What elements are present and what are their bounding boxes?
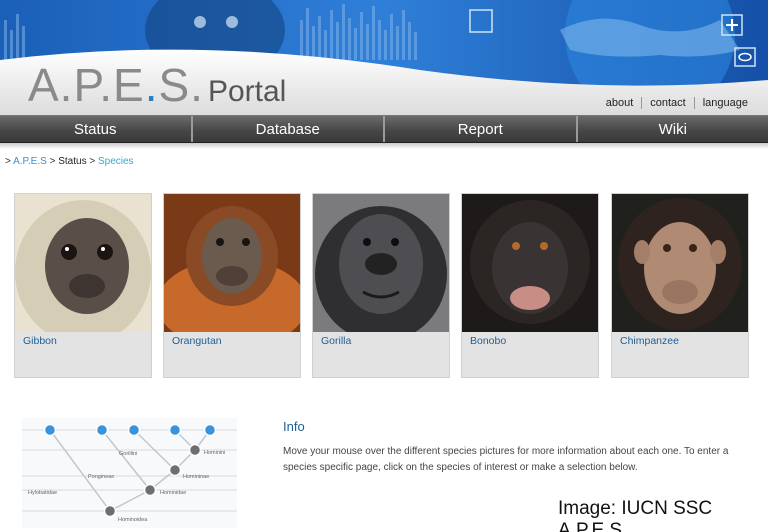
breadcrumb-status[interactable]: Status — [58, 156, 86, 167]
bonobo-photo[interactable] — [462, 194, 598, 332]
nav-status[interactable]: Status — [0, 116, 193, 142]
info-title: Info — [283, 419, 305, 434]
main-nav: Status Database Report Wiki — [0, 115, 768, 143]
breadcrumb-sep: > — [5, 156, 11, 167]
about-link[interactable]: about — [598, 97, 642, 109]
phylogenetic-tree: Gorillini Hominini Pongineae Homininae H… — [22, 418, 237, 528]
nav-database[interactable]: Database — [192, 116, 385, 142]
orangutan-photo[interactable] — [164, 194, 300, 332]
species-card-gibbon[interactable]: Gibbon — [14, 193, 152, 378]
logo-dot: . — [144, 59, 159, 111]
gibbon-photo[interactable] — [15, 194, 151, 332]
species-label-bonobo[interactable]: Bonobo — [470, 335, 506, 347]
breadcrumb: > A.P.E.S > Status > Species — [5, 156, 134, 167]
info-text: Move your mouse over the different speci… — [283, 446, 729, 473]
tree-label-gorillini: Gorillini — [119, 451, 137, 457]
species-label-gibbon[interactable]: Gibbon — [23, 335, 57, 347]
nav-shadow — [0, 143, 768, 149]
tree-label-hylobatidae: Hylobatidae — [28, 490, 57, 496]
species-card-orangutan[interactable]: Orangutan — [163, 193, 301, 378]
breadcrumb-sep: > — [49, 156, 56, 167]
breadcrumb-current: Species — [97, 156, 134, 167]
tree-label-pongineae: Pongineae — [88, 474, 114, 480]
species-card-gorilla[interactable]: Gorilla — [312, 193, 450, 378]
image-credit: Image: IUCN SSC A.P.E.S — [558, 498, 713, 532]
nav-wiki[interactable]: Wiki — [577, 116, 768, 142]
logo-portal: Portal — [207, 75, 287, 108]
species-card-chimpanzee[interactable]: Chimpanzee — [611, 193, 749, 378]
chimpanzee-photo[interactable] — [612, 194, 748, 332]
tree-label-homininae: Homininae — [183, 474, 209, 480]
tree-label-hominini: Hominini — [204, 450, 225, 456]
tree-label-hominoidea: Hominoidea — [118, 517, 148, 523]
language-link[interactable]: language — [693, 97, 756, 109]
header-banner: A.P.E.S. Portal about contact language — [0, 0, 768, 115]
tree-label-hominidae: Hominidae — [160, 490, 186, 496]
top-links: about contact language — [598, 97, 756, 109]
species-label-orangutan[interactable]: Orangutan — [172, 335, 222, 347]
logo-text-2: S. — [158, 59, 204, 111]
breadcrumb-home[interactable]: A.P.E.S — [13, 156, 47, 167]
species-label-chimpanzee[interactable]: Chimpanzee — [620, 335, 679, 347]
logo-text-1: A.P.E — [28, 59, 145, 111]
contact-link[interactable]: contact — [641, 97, 693, 109]
gorilla-photo[interactable] — [313, 194, 449, 332]
nav-report[interactable]: Report — [385, 116, 578, 142]
breadcrumb-sep: > — [89, 156, 96, 167]
site-logo[interactable]: A.P.E.S. Portal — [28, 62, 286, 108]
species-label-gorilla[interactable]: Gorilla — [321, 335, 351, 347]
species-card-bonobo[interactable]: Bonobo — [461, 193, 599, 378]
